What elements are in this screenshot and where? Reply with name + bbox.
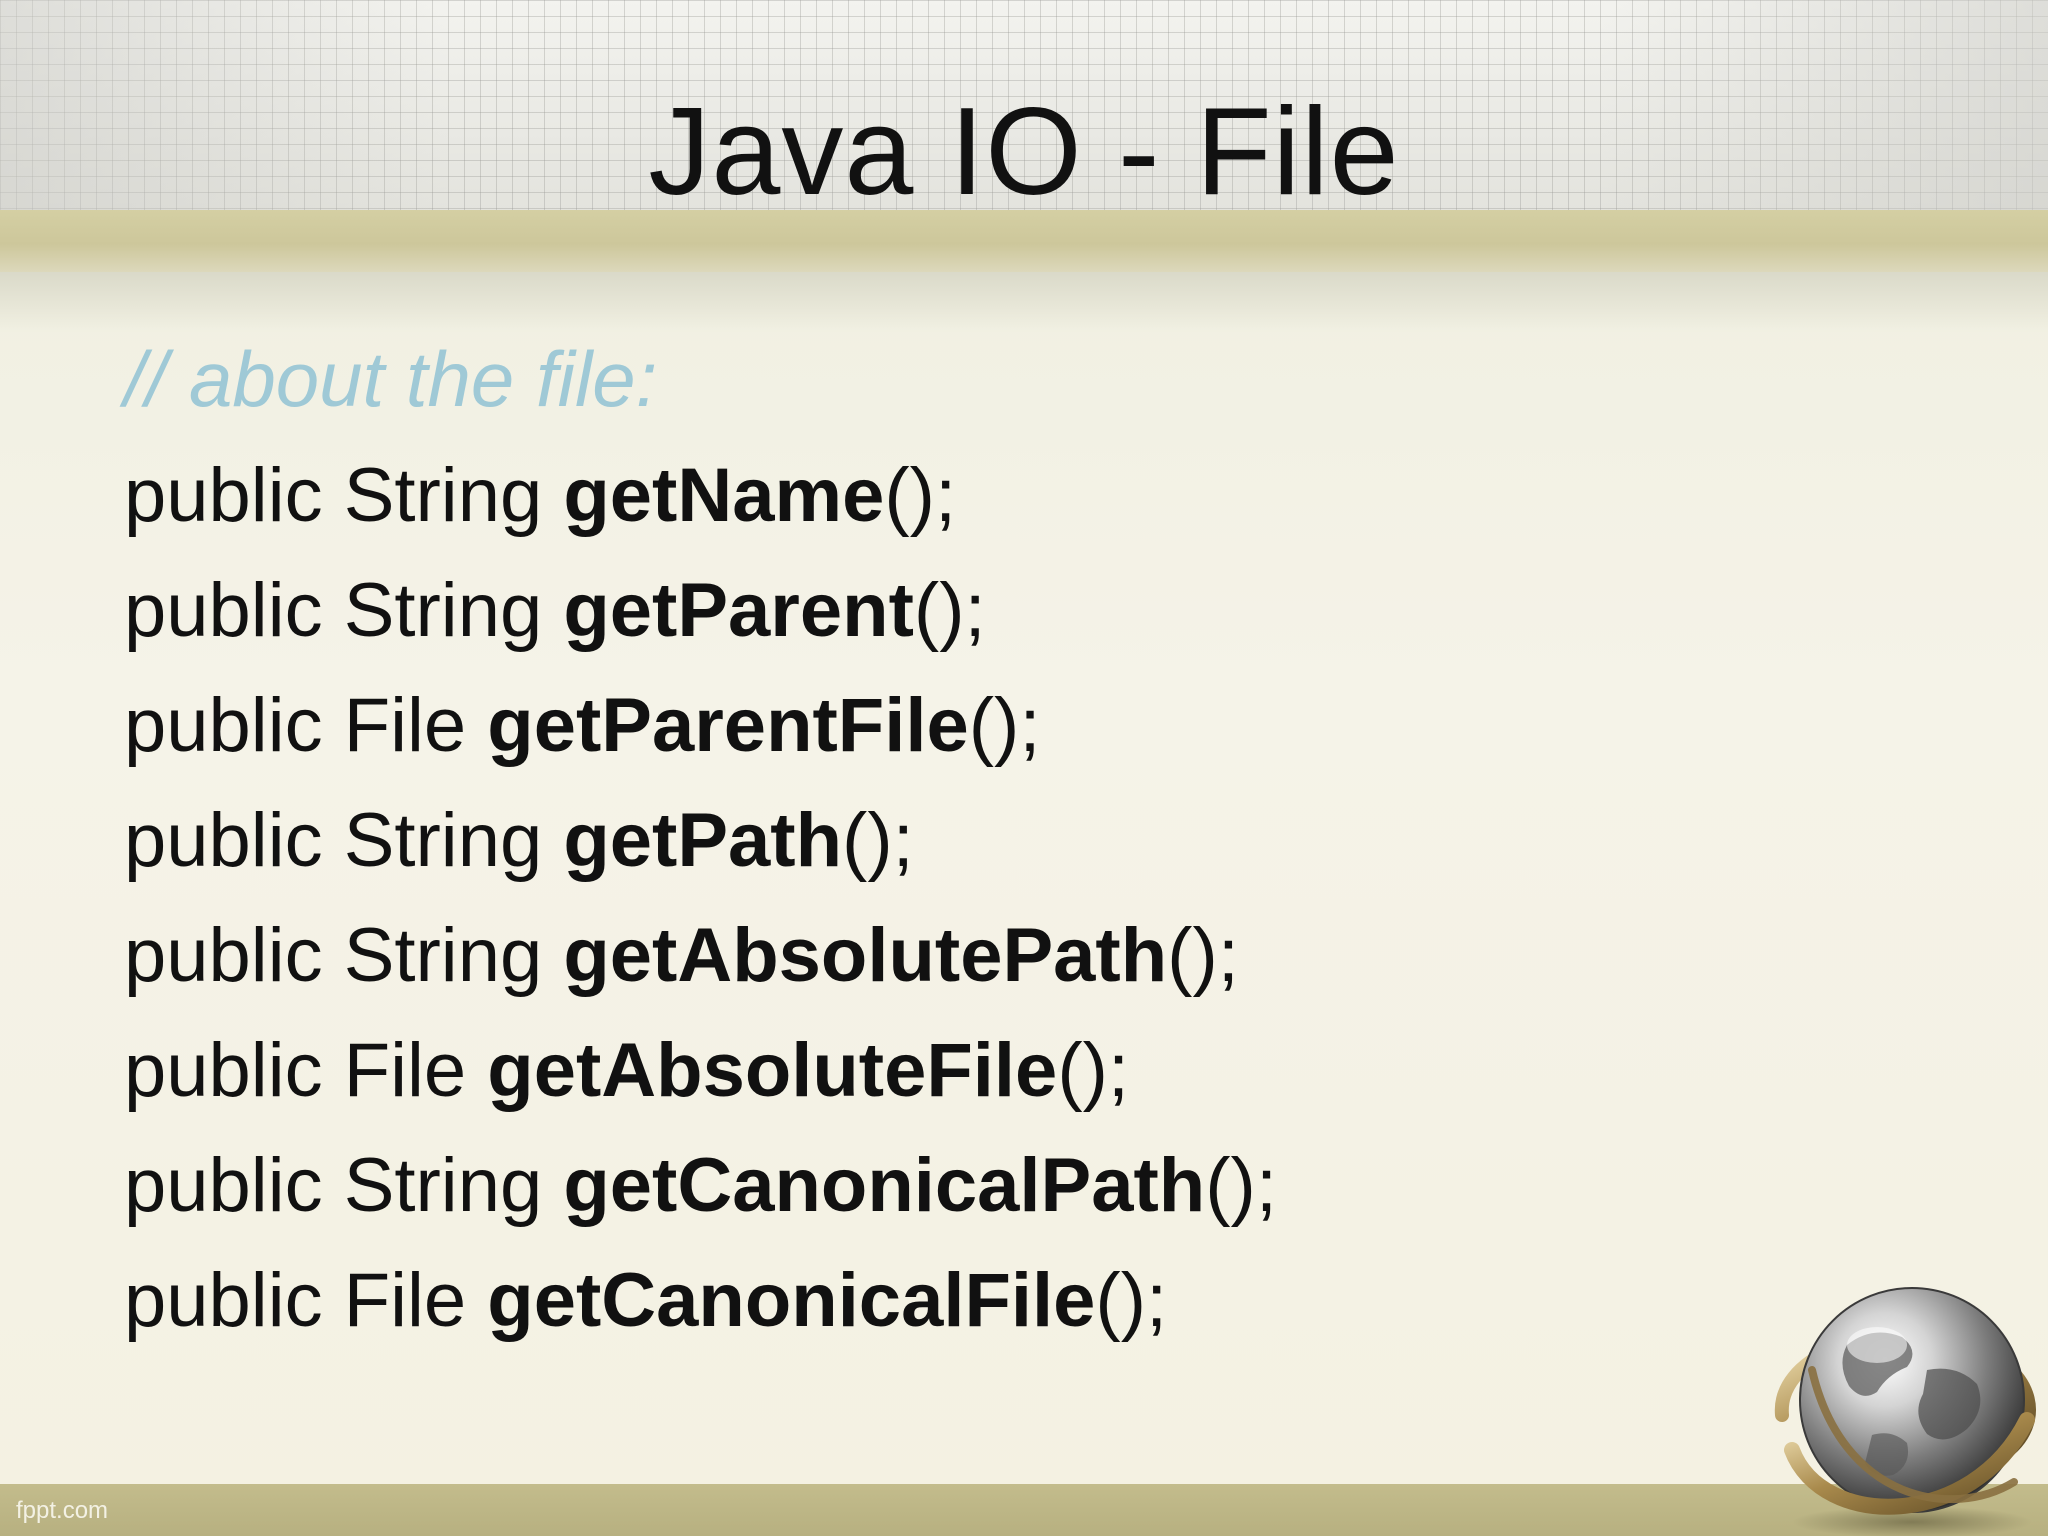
- code-signature-prefix: public File: [124, 683, 488, 768]
- code-signature-suffix: ();: [913, 568, 986, 653]
- code-signature-suffix: ();: [884, 453, 957, 538]
- code-signature-suffix: ();: [968, 683, 1041, 768]
- method-name: getPath: [563, 798, 843, 883]
- slide: Java IO - File // about the file: public…: [0, 0, 2048, 1536]
- code-signature-suffix: ();: [1205, 1143, 1277, 1228]
- code-comment: // about the file:: [124, 335, 658, 423]
- footer-brand: fppt.com: [16, 1497, 109, 1524]
- code-signature-prefix: public String: [124, 913, 564, 998]
- code-line: public File getAbsoluteFile();: [124, 1033, 1624, 1119]
- code-line: public String getParent();: [124, 573, 1624, 659]
- globe-icon: [1774, 1287, 2036, 1536]
- method-name: getParentFile: [487, 683, 969, 768]
- method-name: getCanonicalPath: [563, 1143, 1206, 1228]
- header-band-shadow: [0, 272, 2048, 332]
- code-signature-suffix: ();: [1057, 1028, 1130, 1113]
- code-signature-prefix: public File: [124, 1028, 488, 1113]
- code-signature-prefix: public String: [124, 568, 564, 653]
- code-signature-prefix: public File: [124, 1258, 488, 1343]
- code-line: public File getParentFile();: [124, 688, 1624, 774]
- code-signature-suffix: ();: [842, 798, 914, 883]
- slide-title: Java IO - File: [648, 83, 1400, 221]
- code-line: public String getPath();: [124, 803, 1624, 889]
- code-signature-prefix: public String: [124, 798, 564, 883]
- code-line: public String getName();: [124, 458, 1624, 544]
- code-line: public String getCanonicalPath();: [124, 1148, 1624, 1234]
- footer-band: [0, 1484, 2048, 1536]
- method-name: getAbsolutePath: [563, 913, 1168, 998]
- code-signature-suffix: ();: [1167, 913, 1239, 998]
- code-signature-prefix: public String: [124, 453, 564, 538]
- code-signature-suffix: ();: [1095, 1258, 1168, 1343]
- method-name: getCanonicalFile: [487, 1258, 1096, 1343]
- method-name: getName: [563, 453, 885, 538]
- code-line: public File getCanonicalFile();: [124, 1263, 1624, 1349]
- code-line: public String getAbsolutePath();: [124, 918, 1624, 1004]
- slide-content: // about the file: public String getName…: [124, 340, 1624, 1378]
- method-name: getParent: [563, 568, 914, 653]
- code-signature-prefix: public String: [124, 1143, 564, 1228]
- method-name: getAbsoluteFile: [487, 1028, 1058, 1113]
